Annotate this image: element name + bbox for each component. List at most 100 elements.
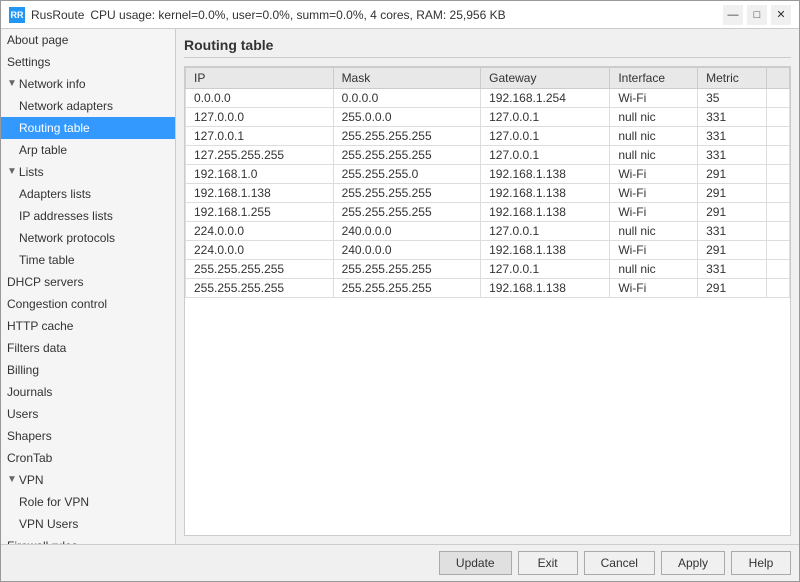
sidebar-item-network-adapters[interactable]: Network adapters [1, 95, 175, 117]
sidebar-item-firewall-rules[interactable]: Firewall rules [1, 535, 175, 544]
main-window: RR RusRoute CPU usage: kernel=0.0%, user… [0, 0, 800, 582]
cell-extra [766, 222, 789, 241]
cell-metric: 291 [698, 241, 766, 260]
title-bar-controls: — □ ✕ [723, 5, 791, 25]
app-icon: RR [9, 7, 25, 23]
cell-extra [766, 127, 789, 146]
table-row: 127.0.0.0255.0.0.0127.0.0.1null nic331 [186, 108, 790, 127]
col-header-extra [766, 68, 789, 89]
sidebar-item-crontab[interactable]: CronTab [1, 447, 175, 469]
cell-mask: 240.0.0.0 [333, 222, 481, 241]
sidebar-item-vpn-users[interactable]: VPN Users [1, 513, 175, 535]
cancel-button[interactable]: Cancel [584, 551, 655, 575]
sidebar-group-vpn-label: VPN [19, 471, 44, 489]
table-header-row: IP Mask Gateway Interface Metric [186, 68, 790, 89]
cell-extra [766, 279, 789, 298]
cell-interface: Wi-Fi [610, 279, 698, 298]
sidebar-item-routing-table[interactable]: Routing table [1, 117, 175, 139]
cell-metric: 291 [698, 279, 766, 298]
sidebar-item-journals[interactable]: Journals [1, 381, 175, 403]
close-button[interactable]: ✕ [771, 5, 791, 25]
footer: Update Exit Cancel Apply Help [1, 544, 799, 581]
sidebar-item-about-page[interactable]: About page [1, 29, 175, 51]
cell-gateway: 192.168.1.254 [481, 89, 610, 108]
apply-button[interactable]: Apply [661, 551, 725, 575]
cell-extra [766, 89, 789, 108]
sidebar-item-shapers[interactable]: Shapers [1, 425, 175, 447]
col-header-metric: Metric [698, 68, 766, 89]
sidebar-group-vpn[interactable]: ▼ VPN [1, 469, 175, 491]
sidebar-item-adapters-lists[interactable]: Adapters lists [1, 183, 175, 205]
section-title: Routing table [184, 37, 791, 58]
sidebar-group-label: Network info [19, 75, 86, 93]
cell-extra [766, 260, 789, 279]
cell-extra [766, 203, 789, 222]
cell-metric: 331 [698, 146, 766, 165]
content-area: About page Settings ▼ Network info Netwo… [1, 29, 799, 544]
cell-extra [766, 184, 789, 203]
sidebar-group-lists-label: Lists [19, 163, 44, 181]
cell-gateway: 192.168.1.138 [481, 184, 610, 203]
sidebar-item-role-for-vpn[interactable]: Role for VPN [1, 491, 175, 513]
cell-extra [766, 146, 789, 165]
table-row: 0.0.0.00.0.0.0192.168.1.254Wi-Fi35 [186, 89, 790, 108]
table-row: 224.0.0.0240.0.0.0192.168.1.138Wi-Fi291 [186, 241, 790, 260]
exit-button[interactable]: Exit [518, 551, 578, 575]
cell-mask: 255.255.255.255 [333, 146, 481, 165]
sidebar-group-lists[interactable]: ▼ Lists [1, 161, 175, 183]
cell-extra [766, 241, 789, 260]
cell-ip: 255.255.255.255 [186, 279, 334, 298]
cell-interface: Wi-Fi [610, 241, 698, 260]
cell-ip: 0.0.0.0 [186, 89, 334, 108]
sidebar-item-users[interactable]: Users [1, 403, 175, 425]
col-header-gateway: Gateway [481, 68, 610, 89]
cell-interface: null nic [610, 146, 698, 165]
cell-gateway: 127.0.0.1 [481, 127, 610, 146]
cell-mask: 255.255.255.255 [333, 260, 481, 279]
cell-metric: 331 [698, 260, 766, 279]
cell-ip: 255.255.255.255 [186, 260, 334, 279]
sidebar-item-arp-table[interactable]: Arp table [1, 139, 175, 161]
minimize-button[interactable]: — [723, 5, 743, 25]
sidebar-item-time-table[interactable]: Time table [1, 249, 175, 271]
help-button[interactable]: Help [731, 551, 791, 575]
sidebar-item-billing[interactable]: Billing [1, 359, 175, 381]
cell-mask: 255.255.255.255 [333, 279, 481, 298]
table-row: 255.255.255.255255.255.255.255127.0.0.1n… [186, 260, 790, 279]
cell-extra [766, 108, 789, 127]
cell-ip: 127.0.0.1 [186, 127, 334, 146]
cell-interface: null nic [610, 108, 698, 127]
table-body: 0.0.0.00.0.0.0192.168.1.254Wi-Fi35127.0.… [186, 89, 790, 298]
routing-table-container[interactable]: IP Mask Gateway Interface Metric 0.0.0.0… [184, 66, 791, 536]
cell-metric: 291 [698, 184, 766, 203]
sidebar-item-ip-addresses-lists[interactable]: IP addresses lists [1, 205, 175, 227]
sidebar-item-filters-data[interactable]: Filters data [1, 337, 175, 359]
cell-gateway: 192.168.1.138 [481, 203, 610, 222]
cell-interface: Wi-Fi [610, 165, 698, 184]
cell-mask: 255.255.255.0 [333, 165, 481, 184]
sidebar-item-network-protocols[interactable]: Network protocols [1, 227, 175, 249]
col-header-mask: Mask [333, 68, 481, 89]
cell-interface: Wi-Fi [610, 203, 698, 222]
table-row: 224.0.0.0240.0.0.0127.0.0.1null nic331 [186, 222, 790, 241]
cell-interface: null nic [610, 260, 698, 279]
cell-gateway: 127.0.0.1 [481, 108, 610, 127]
table-row: 192.168.1.138255.255.255.255192.168.1.13… [186, 184, 790, 203]
sidebar-item-congestion-control[interactable]: Congestion control [1, 293, 175, 315]
cell-ip: 127.0.0.0 [186, 108, 334, 127]
sidebar-item-http-cache[interactable]: HTTP cache [1, 315, 175, 337]
sidebar-item-dhcp-servers[interactable]: DHCP servers [1, 271, 175, 293]
app-title: RusRoute [31, 8, 84, 22]
cell-ip: 224.0.0.0 [186, 241, 334, 260]
col-header-interface: Interface [610, 68, 698, 89]
sidebar-item-settings[interactable]: Settings [1, 51, 175, 73]
expand-icon-lists: ▼ [7, 163, 17, 181]
routing-table: IP Mask Gateway Interface Metric 0.0.0.0… [185, 67, 790, 298]
cell-metric: 331 [698, 108, 766, 127]
main-panel: Routing table IP Mask Gateway Interface … [176, 29, 799, 544]
update-button[interactable]: Update [439, 551, 512, 575]
cell-metric: 291 [698, 203, 766, 222]
maximize-button[interactable]: □ [747, 5, 767, 25]
cell-interface: null nic [610, 127, 698, 146]
sidebar-group-network-info[interactable]: ▼ Network info [1, 73, 175, 95]
